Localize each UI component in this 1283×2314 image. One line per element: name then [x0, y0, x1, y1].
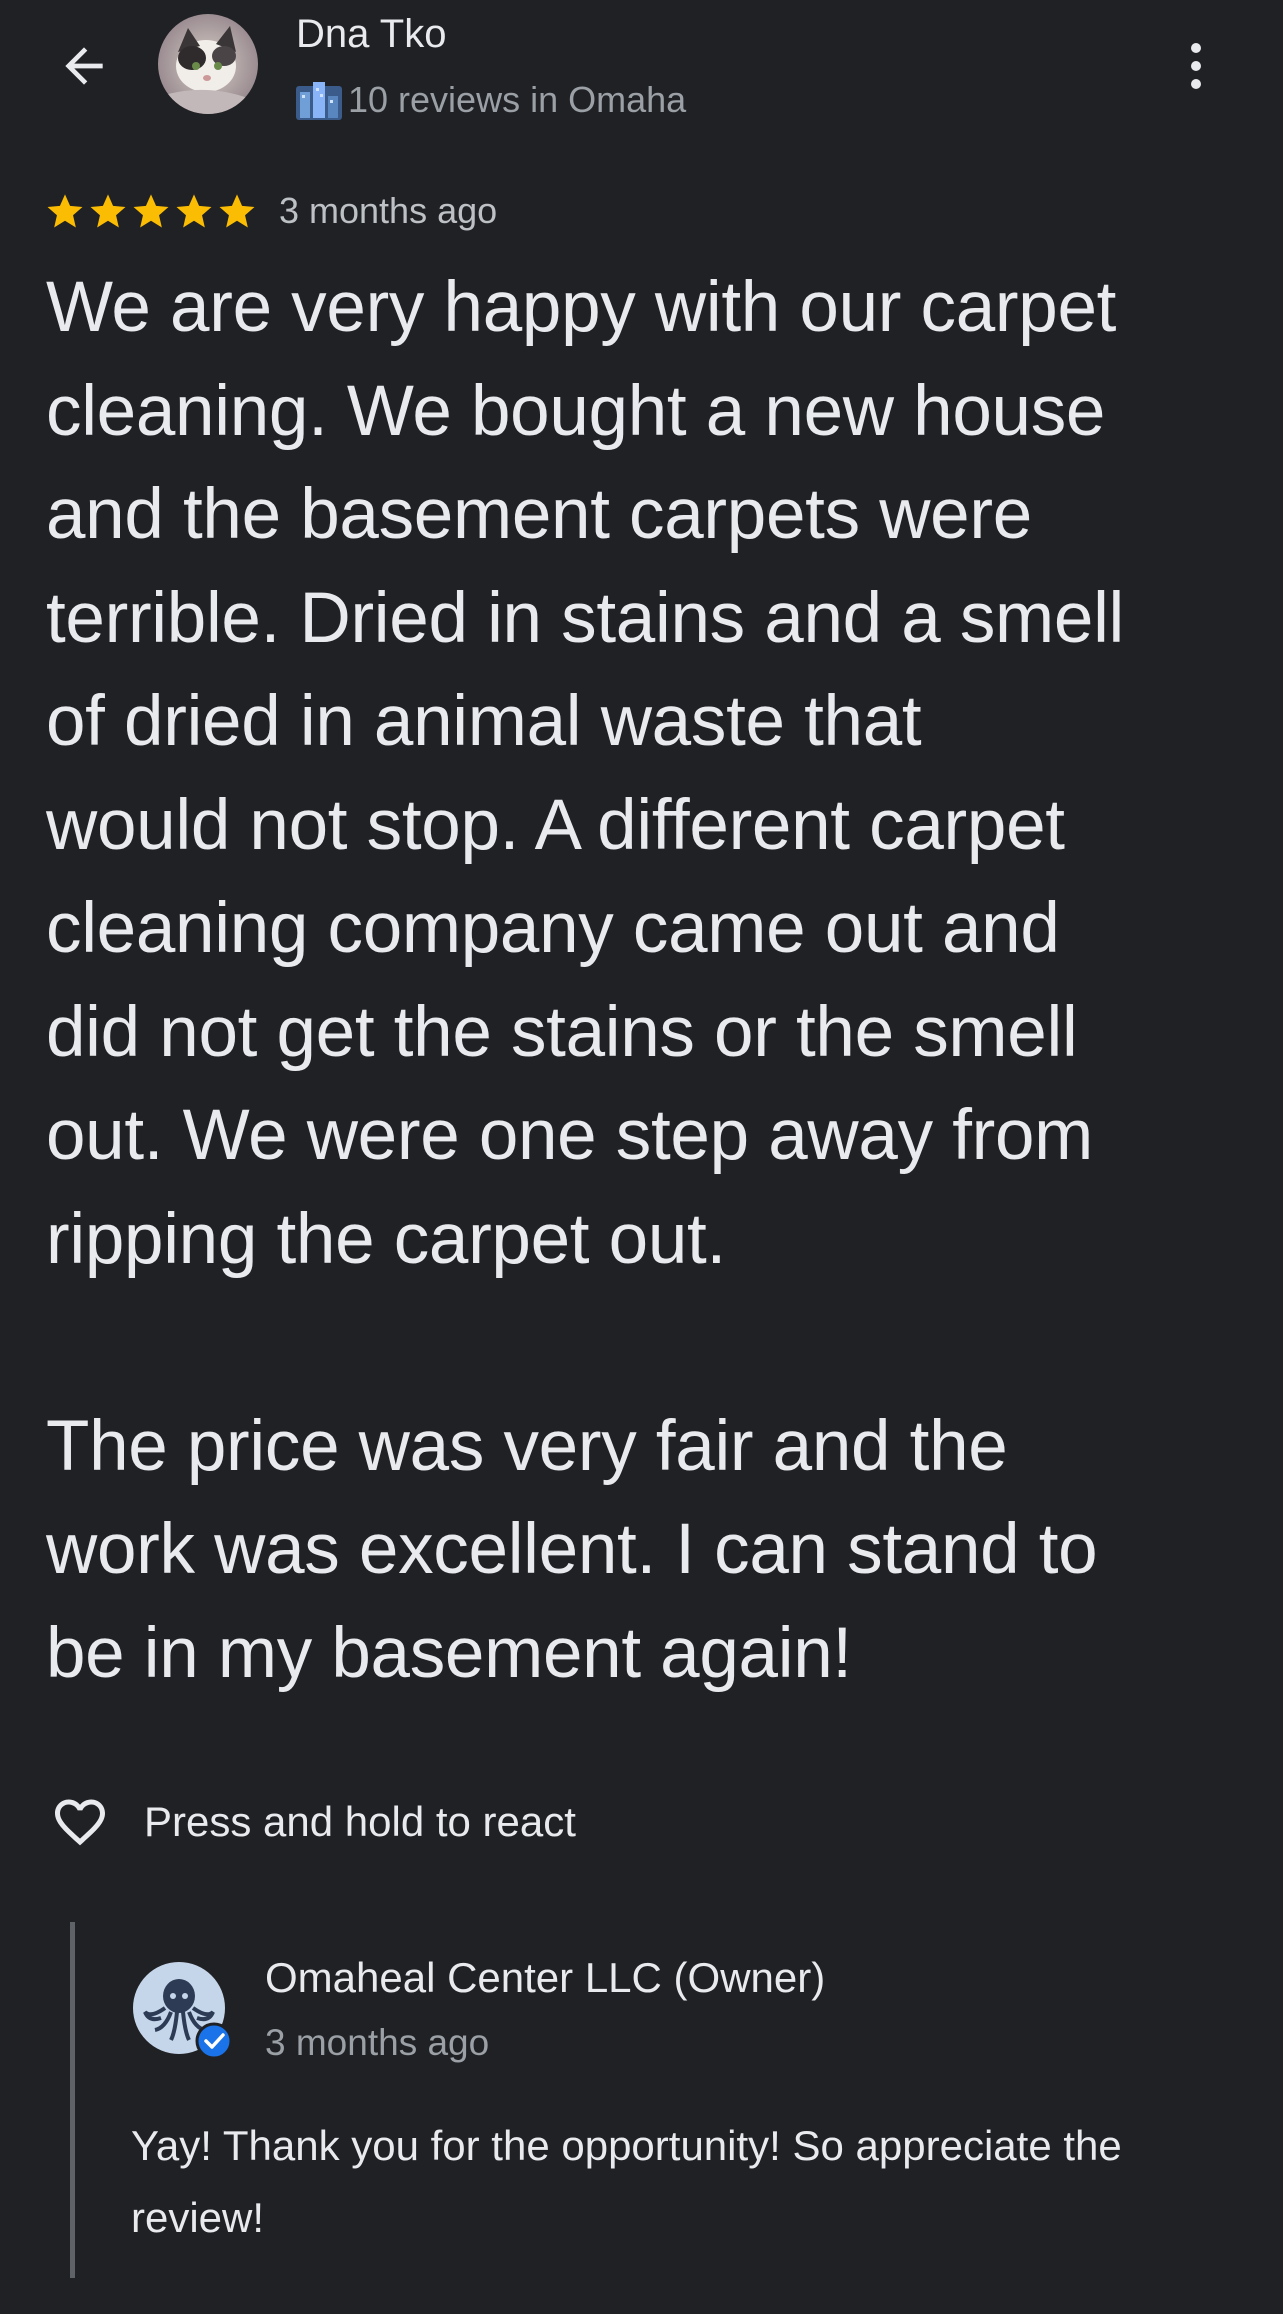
reviewer-meta-text: 10 reviews in Omaha	[348, 79, 687, 120]
review-text-line: out. We were one step away from	[46, 1096, 1093, 1175]
heart-outline-icon	[55, 1799, 105, 1846]
verified-badge-icon	[195, 2022, 233, 2060]
reviewer-meta: 10 reviews in Omaha	[296, 76, 686, 124]
reviewer-name[interactable]: Dna Tko	[296, 12, 446, 57]
review-text-line: would not stop. A different carpet	[46, 785, 1065, 865]
review-text-line: did not get the stains or the smell	[46, 992, 1078, 1072]
reviewer-avatar[interactable]	[158, 14, 258, 114]
review-text-line: and the basement carpets were	[46, 475, 1032, 554]
review-text-line: ripping the carpet out.	[46, 1199, 726, 1279]
review-date: 3 months ago	[279, 190, 498, 231]
owner-reply-line: review!	[131, 2194, 265, 2241]
review-header: Dna Tko 10 reviews in Omaha	[0, 0, 1283, 130]
review-text-line: cleaning. We bought a new house	[46, 371, 1106, 451]
react-label: Press and hold to react	[144, 1798, 576, 1845]
review-text-line: We are very happy with our carpet	[46, 268, 1117, 347]
star-icon	[176, 194, 212, 228]
star-icon	[90, 194, 126, 228]
rating-row: 3 months ago	[44, 186, 497, 236]
owner-reply-body: Yay! Thank you for the opportunity! So a…	[131, 2110, 1251, 2254]
review-text-line: work was excellent. I can stand to	[46, 1510, 1098, 1589]
owner-reply-date: 3 months ago	[265, 2022, 490, 2063]
owner-name: Omaheal Center LLC (Owner)	[265, 1954, 826, 2001]
owner-reply: Omaheal Center LLC (Owner) 3 months ago …	[70, 1922, 1255, 2278]
review-text-line: of dried in animal waste that	[46, 682, 922, 761]
back-button[interactable]	[48, 30, 120, 102]
review-body: We are very happy with our carpet cleanin…	[46, 256, 1256, 1705]
review-text-line	[46, 1291, 1256, 1395]
review-text-line: terrible. Dried in stains and a smell	[46, 578, 1125, 658]
local-guide-icon	[296, 82, 342, 120]
more-options-button[interactable]	[1176, 30, 1216, 102]
owner-reply-line: Yay! Thank you for the opportunity! So a…	[131, 2122, 1122, 2169]
more-vert-icon	[1191, 43, 1201, 89]
cat-photo	[158, 14, 258, 114]
arrow-back-icon	[65, 47, 103, 85]
react-button[interactable]: Press and hold to react	[48, 1790, 576, 1854]
review-text-line: be in my basement again!	[46, 1613, 852, 1693]
owner-avatar[interactable]	[131, 1960, 233, 2060]
star-icon	[133, 194, 169, 228]
star-icon	[219, 194, 255, 228]
review-text-line: cleaning company came out and	[46, 889, 1060, 968]
star-rating	[44, 190, 259, 232]
star-icon	[47, 194, 83, 228]
review-text-line: The price was very fair and the	[46, 1406, 1008, 1486]
